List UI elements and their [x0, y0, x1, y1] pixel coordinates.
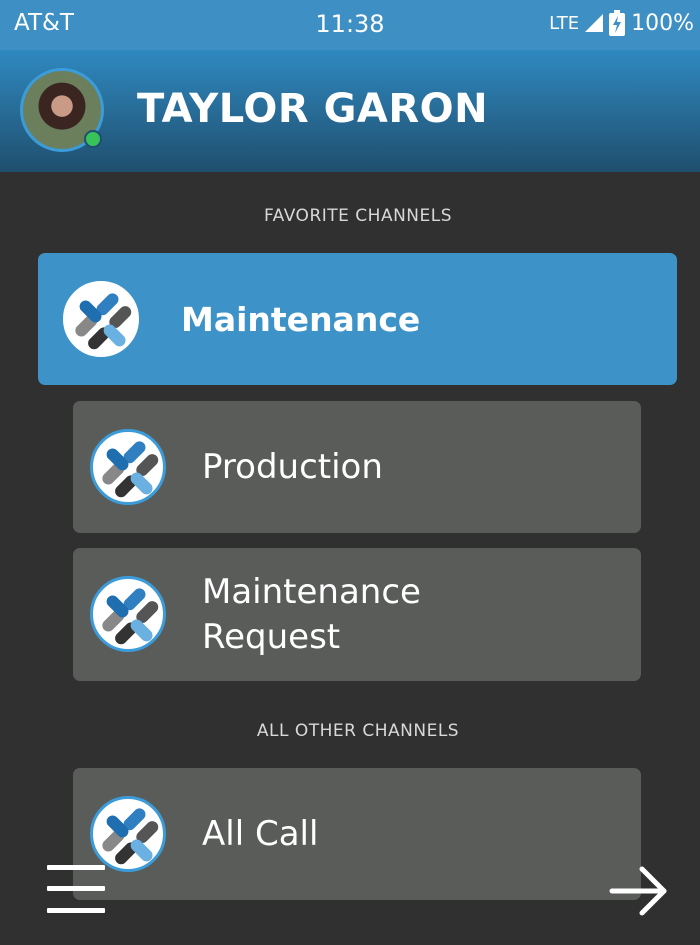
channel-maintenance-request[interactable]: Maintenance Request	[73, 548, 641, 681]
channel-maintenance[interactable]: Maintenance	[38, 253, 677, 385]
channel-label-line2: Request	[202, 617, 341, 657]
signal-icon	[585, 14, 604, 32]
hamburger-menu-icon[interactable]	[47, 865, 105, 915]
profile-header: TAYLOR GARON	[0, 50, 700, 172]
channel-label: Maintenance	[181, 300, 421, 339]
channel-label-line1: Maintenance	[202, 572, 421, 612]
favorite-channels-heading: FAVORITE CHANNELS	[263, 206, 453, 226]
user-name: TAYLOR GARON	[137, 86, 489, 132]
channel-all-call[interactable]: All Call	[73, 768, 641, 900]
status-indicators: LTE 100%	[549, 10, 694, 36]
channel-logo-icon	[90, 796, 166, 872]
status-bar: AT&T 11:38 LTE 100%	[0, 0, 700, 50]
channel-label: Maintenance Request	[202, 570, 421, 660]
battery-level: 100%	[631, 10, 694, 36]
channel-logo-icon	[90, 576, 166, 652]
channel-label: All Call	[202, 814, 319, 854]
network-type: LTE	[549, 12, 580, 34]
channel-label: Production	[202, 447, 383, 487]
battery-charging-icon	[609, 10, 626, 36]
channel-logo-icon	[90, 429, 166, 505]
all-other-channels-heading: ALL OTHER CHANNELS	[256, 721, 460, 741]
arrow-right-icon[interactable]	[608, 860, 670, 922]
channel-logo-icon	[63, 281, 139, 357]
channel-production[interactable]: Production	[73, 401, 641, 533]
online-status-icon	[84, 130, 102, 148]
